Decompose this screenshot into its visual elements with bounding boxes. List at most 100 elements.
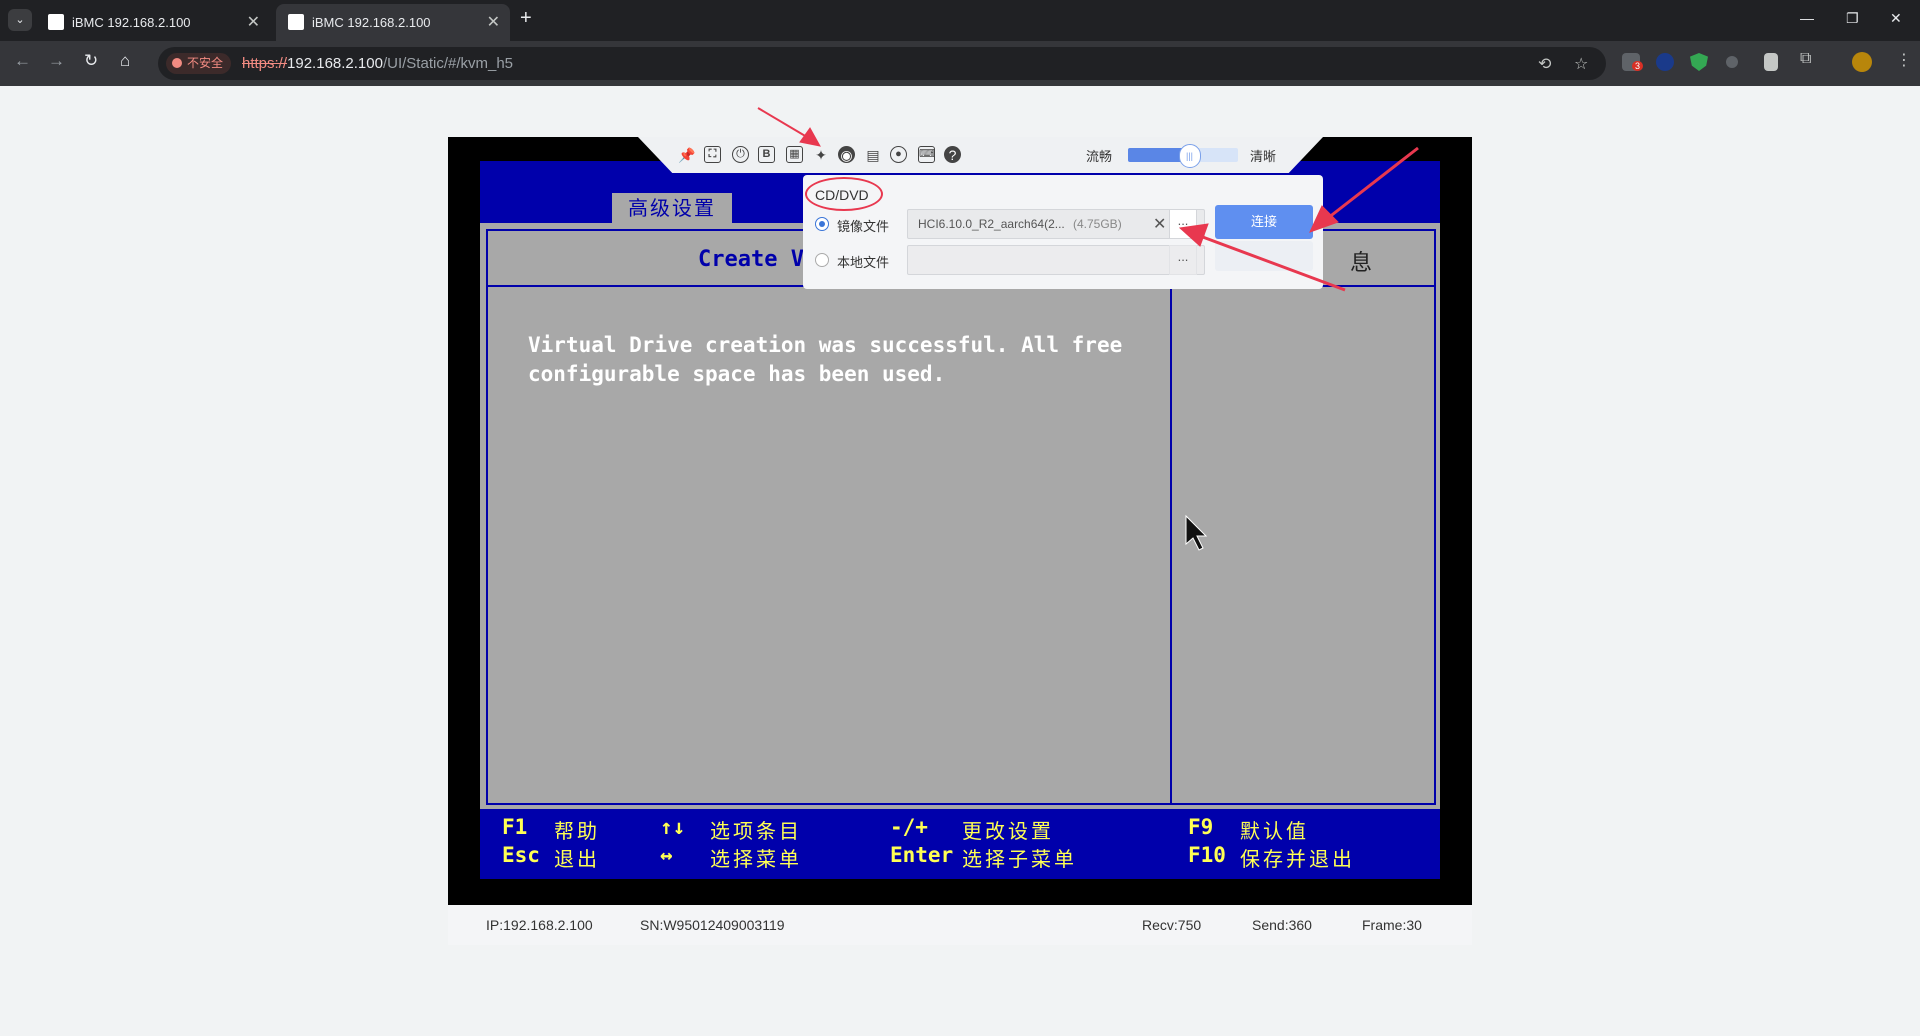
- key-plusminus-desc: 更改设置: [962, 819, 1054, 843]
- status-frame: Frame:30: [1362, 917, 1422, 933]
- connect-local-button[interactable]: [1215, 241, 1313, 271]
- status-send: Send:360: [1252, 917, 1312, 933]
- tab-title: iBMC 192.168.2.100: [72, 15, 191, 30]
- tab-favicon: [288, 14, 304, 30]
- image-file-size: (4.75GB): [1073, 217, 1122, 231]
- keyboard-macro-icon[interactable]: ▦: [786, 146, 803, 163]
- extension-badge: 3: [1632, 61, 1644, 71]
- extension-icon[interactable]: 3: [1622, 53, 1644, 71]
- kvm-toolbar: 📌 ⛶ ⏻ B ▦ ✦ ◉ ▤ ● ⌨ ? 流畅 ||| 清晰: [638, 137, 1323, 173]
- back-icon[interactable]: ←: [14, 51, 31, 71]
- address-bar[interactable]: 不安全 https://192.168.2.100/UI/Static/#/kv…: [158, 47, 1606, 80]
- key-f10-desc: 保存并退出: [1240, 847, 1355, 871]
- boot-icon[interactable]: B: [758, 146, 775, 163]
- key-f10: F10: [1188, 843, 1226, 867]
- cd-dvd-icon[interactable]: ◉: [838, 146, 855, 163]
- security-chip-label: 不安全: [187, 56, 224, 70]
- kvm-viewer[interactable]: 高级设置 Create Vi 息 Virtual Drive creation …: [448, 137, 1472, 905]
- url-scheme: https://: [242, 55, 288, 72]
- floppy-icon[interactable]: ▤: [864, 146, 882, 164]
- key-leftright: ↔: [660, 843, 673, 867]
- minimize-icon[interactable]: —: [1800, 10, 1814, 26]
- url-text: https://192.168.2.100/UI/Static/#/kvm_h5: [242, 55, 513, 72]
- profile-avatar[interactable]: [1852, 52, 1872, 72]
- quality-slider[interactable]: |||: [1128, 144, 1238, 168]
- key-f9-desc: 默认值: [1240, 819, 1309, 843]
- tab-favicon: [48, 14, 64, 30]
- bios-main-frame: Create Vi 息 Virtual Drive creation was s…: [486, 229, 1436, 805]
- bookmark-star-icon[interactable]: ☆: [1574, 54, 1588, 74]
- extensions-puzzle-icon[interactable]: ⧉: [1800, 50, 1811, 68]
- local-file-input[interactable]: [907, 245, 1205, 275]
- url-host: 192.168.2.100: [287, 55, 383, 72]
- key-leftright-desc: 选择菜单: [710, 847, 802, 871]
- bios-divider: [1170, 287, 1172, 803]
- status-recv: Recv:750: [1142, 917, 1202, 933]
- image-file-input[interactable]: HCI6.10.0_R2_aarch64(2... (4.75GB) ✕: [907, 209, 1205, 239]
- pin-icon[interactable]: 📌: [678, 146, 696, 164]
- image-file-label: 镜像文件: [837, 219, 890, 234]
- menu-kebab-icon[interactable]: ⋮: [1896, 50, 1912, 70]
- warning-icon: [172, 58, 182, 68]
- clear-file-icon[interactable]: ✕: [1153, 214, 1166, 234]
- window-close-icon[interactable]: ✕: [1890, 10, 1902, 27]
- key-f1: F1: [502, 815, 528, 839]
- close-tab-icon[interactable]: ✕: [247, 12, 260, 32]
- browser-toolbar: ← → ↻ ⌂ 不安全 https://192.168.2.100/UI/Sta…: [0, 41, 1920, 86]
- close-tab-icon[interactable]: ✕: [487, 12, 500, 32]
- bios-help-heading: 息: [1350, 251, 1373, 276]
- key-updown-desc: 选项条目: [710, 819, 802, 843]
- tab-ibmc-1[interactable]: iBMC 192.168.2.100 ✕: [36, 4, 270, 41]
- tab-strip: ⌄ iBMC 192.168.2.100 ✕ iBMC 192.168.2.10…: [0, 0, 1920, 41]
- extension-globe-icon[interactable]: [1656, 53, 1674, 71]
- bios-tab-advanced: 高级设置: [612, 193, 732, 223]
- extension-dot-icon[interactable]: [1726, 56, 1738, 68]
- annotation-arrow: [757, 107, 813, 141]
- cd-dvd-panel: CD/DVD 镜像文件 HCI6.10.0_R2_aarch64(2... (4…: [803, 175, 1323, 289]
- status-sn: SN:W95012409003119: [640, 917, 785, 933]
- new-tab-button[interactable]: +: [520, 7, 532, 30]
- browse-image-button[interactable]: ...: [1169, 209, 1197, 239]
- key-esc: Esc: [502, 843, 540, 867]
- quality-low-label: 流畅: [1086, 149, 1113, 164]
- extension-doc-icon[interactable]: [1764, 53, 1778, 71]
- bios-message-line: Virtual Drive creation was successful. A…: [528, 333, 1123, 357]
- mouse-icon[interactable]: ✦: [812, 146, 830, 164]
- reload-icon[interactable]: ↻: [84, 51, 98, 71]
- image-file-name: HCI6.10.0_R2_aarch64(2...: [918, 217, 1065, 231]
- tab-search-button[interactable]: ⌄: [8, 9, 32, 31]
- help-icon[interactable]: ?: [944, 146, 961, 163]
- key-enter: Enter: [890, 843, 954, 867]
- power-icon[interactable]: ⏻: [732, 146, 749, 163]
- home-icon[interactable]: ⌂: [120, 51, 130, 71]
- quality-high-label: 清晰: [1250, 149, 1277, 164]
- keyboard-icon[interactable]: ⌨: [918, 146, 935, 163]
- image-file-radio[interactable]: [815, 217, 829, 231]
- key-esc-desc: 退出: [554, 847, 600, 871]
- tab-title: iBMC 192.168.2.100: [312, 15, 431, 30]
- bios-message: Virtual Drive creation was successful. A…: [528, 331, 1122, 389]
- kvm-status-bar: IP:192.168.2.100 SN:W95012409003119 Recv…: [448, 905, 1472, 945]
- key-f1-desc: 帮助: [554, 819, 600, 843]
- key-plusminus: -/+: [890, 815, 928, 839]
- security-chip[interactable]: 不安全: [166, 53, 232, 74]
- status-ip: IP:192.168.2.100: [486, 917, 593, 933]
- bios-page-title: Create Vi: [698, 247, 818, 272]
- record-icon[interactable]: ●: [890, 146, 907, 163]
- quality-slider-thumb[interactable]: |||: [1178, 144, 1201, 168]
- extension-shield-icon[interactable]: [1690, 53, 1708, 71]
- bios-footer: F1 帮助 Esc 退出 ↑↓ 选项条目 ↔ 选择菜单 -/+ 更改设置 Ent…: [480, 809, 1440, 879]
- key-f9: F9: [1188, 815, 1214, 839]
- url-path: /UI/Static/#/kvm_h5: [382, 55, 514, 72]
- fullscreen-icon[interactable]: ⛶: [704, 146, 721, 163]
- connect-button[interactable]: 连接: [1215, 205, 1313, 239]
- key-updown: ↑↓: [660, 815, 686, 839]
- translate-icon[interactable]: ⟲: [1538, 54, 1551, 74]
- tab-ibmc-2[interactable]: iBMC 192.168.2.100 ✕: [276, 4, 510, 41]
- bios-message-line: configurable space has been used.: [528, 362, 946, 386]
- forward-icon[interactable]: →: [48, 51, 65, 71]
- restore-icon[interactable]: ❐: [1846, 10, 1859, 27]
- local-file-radio[interactable]: [815, 253, 829, 267]
- browse-local-button[interactable]: ...: [1169, 245, 1197, 275]
- cd-dvd-title: CD/DVD: [815, 187, 869, 203]
